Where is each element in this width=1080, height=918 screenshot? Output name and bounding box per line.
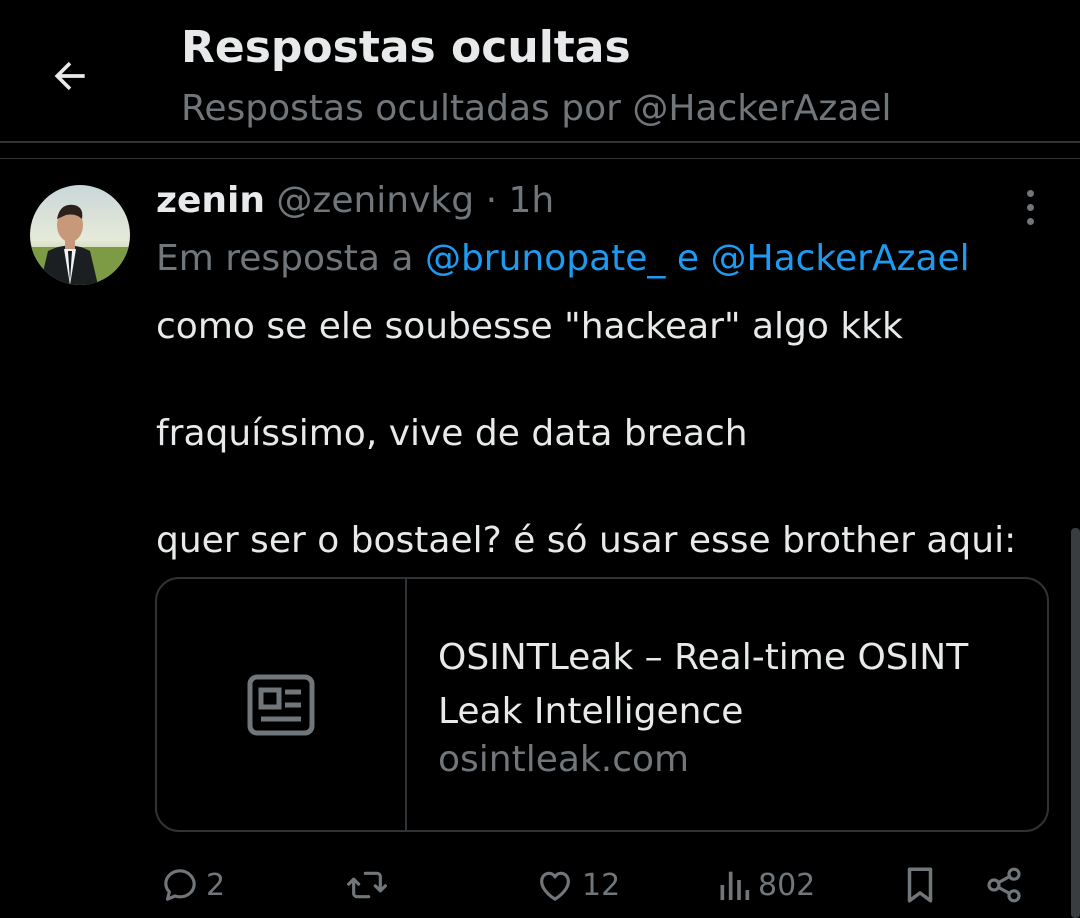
mention-link-2[interactable]: @HackerAzael [711, 238, 970, 279]
reply-prefix: Em resposta a [156, 238, 414, 279]
more-dot [1026, 217, 1034, 225]
more-vertical-icon [1026, 189, 1034, 197]
meta-separator: · [485, 180, 498, 221]
section-divider [0, 158, 1080, 159]
top-bar: Respostas ocultas Respostas ocultadas po… [0, 0, 1080, 142]
link-card-thumbnail [157, 579, 407, 830]
post-author-line: zenin @zeninvkg · 1h [156, 180, 554, 221]
reply-button[interactable]: 2 [160, 862, 225, 908]
repost-icon [347, 871, 387, 899]
reply-count: 2 [206, 867, 226, 903]
author-display-name[interactable]: zenin [156, 180, 265, 221]
mention-joiner[interactable]: e [677, 238, 699, 279]
heart-icon [540, 871, 570, 901]
back-button[interactable] [40, 46, 100, 106]
bookmark-button[interactable] [902, 862, 938, 908]
avatar-image [30, 185, 130, 285]
page-title: Respostas ocultas [181, 22, 631, 73]
avatar[interactable] [30, 185, 130, 285]
link-card[interactable]: OSINTLeak – Real-time OSINT Leak Intelli… [155, 577, 1049, 832]
share-button[interactable] [984, 862, 1024, 908]
like-button[interactable]: 12 [534, 862, 620, 908]
page-subtitle: Respostas ocultadas por @HackerAzael [181, 88, 892, 129]
bookmark-icon [907, 867, 933, 903]
post-text: como se ele soubesse "hackear" algo kkk … [156, 306, 1017, 561]
reply-icon [164, 869, 196, 901]
link-card-domain: osintleak.com [438, 739, 690, 780]
more-dot [1026, 203, 1034, 211]
views-icon [720, 871, 750, 900]
repost-button[interactable] [344, 862, 396, 908]
more-options-button[interactable] [1010, 185, 1050, 229]
author-handle[interactable]: @zeninvkg [276, 180, 474, 221]
views-count: 802 [758, 867, 816, 903]
arrow-left-icon [54, 61, 85, 91]
header-divider [0, 141, 1080, 143]
post-time[interactable]: 1h [508, 180, 554, 221]
scrollbar[interactable] [1071, 528, 1080, 918]
article-icon [247, 674, 315, 735]
app-root: Respostas ocultas Respostas ocultadas po… [0, 0, 1080, 918]
views-button[interactable]: 802 [716, 862, 815, 908]
share-icon [987, 867, 1021, 903]
mention-link-1[interactable]: @brunopate_ [425, 238, 666, 279]
reply-context: Em resposta a @brunopate_ e @HackerAzael [156, 238, 970, 279]
like-count: 12 [582, 867, 621, 903]
link-card-title: OSINTLeak – Real-time OSINT Leak Intelli… [438, 637, 969, 732]
